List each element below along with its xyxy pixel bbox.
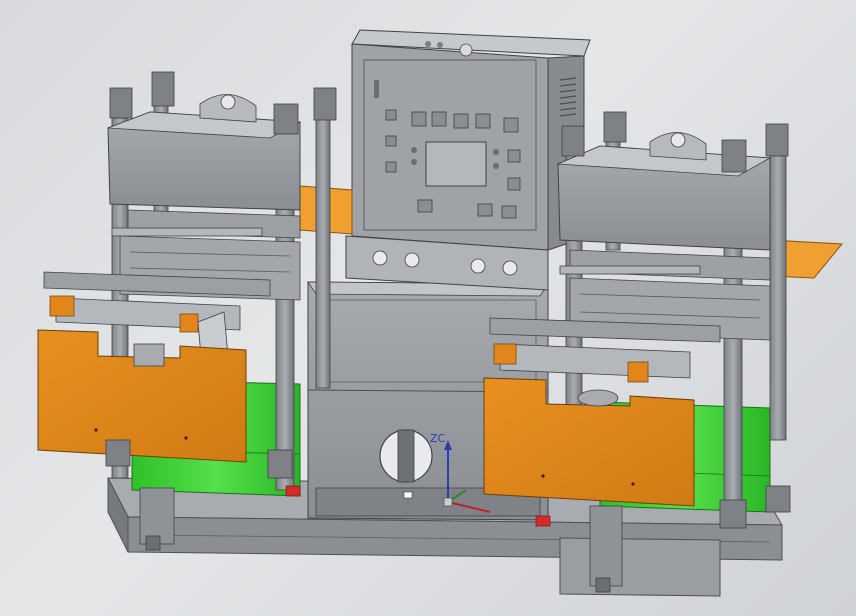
left-press-leg: [139, 487, 175, 545]
right-press-leg: [589, 505, 623, 587]
left-press-unit[interactable]: [37, 71, 353, 551]
triad-z-label: ZC: [430, 432, 446, 445]
right-press-nut-4: [765, 123, 789, 157]
right-indicator-red: [535, 515, 551, 527]
left-press-nut-1: [109, 87, 133, 119]
control-display-screen: [425, 141, 487, 187]
cad-viewport[interactable]: ZC: [0, 0, 856, 616]
left-press-nut-2: [151, 71, 175, 107]
right-press-column-4: [769, 149, 787, 441]
left-press-column-4: [315, 107, 331, 389]
right-press-nut-2: [603, 111, 627, 143]
left-press-nut-3: [273, 103, 299, 135]
right-press-nut-3: [721, 139, 747, 173]
control-cabinet[interactable]: [345, 29, 591, 291]
right-press-nut-1: [561, 125, 585, 157]
hydraulic-press-model[interactable]: ZC: [0, 0, 856, 616]
left-indicator-red: [285, 485, 301, 497]
left-press-nut-4: [313, 87, 337, 121]
